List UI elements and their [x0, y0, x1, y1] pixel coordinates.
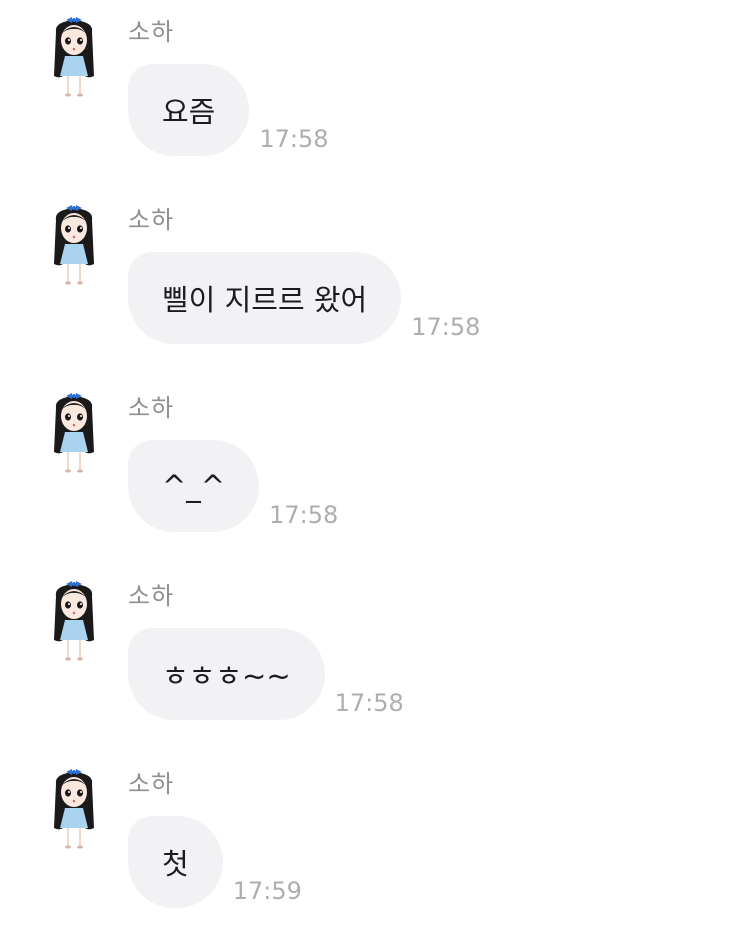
girl-avatar-icon [54, 581, 94, 661]
message-row: 소하 ^_^ 17:58 [0, 376, 750, 546]
avatar[interactable] [46, 14, 102, 100]
avatar[interactable] [46, 390, 102, 476]
sender-name: 소하 [128, 770, 175, 798]
sender-name: 소하 [128, 18, 175, 46]
message-time: 17:59 [232, 877, 302, 905]
message-row: 소하 첫 17:59 [0, 752, 750, 922]
girl-avatar-icon [54, 17, 94, 97]
message-bubble[interactable]: ㅎㅎㅎ~~ [128, 628, 325, 720]
girl-avatar-icon [54, 205, 94, 285]
message-bubble[interactable]: 요즘 [128, 64, 250, 156]
avatar[interactable] [46, 766, 102, 852]
bubble-row: ^_^ 17:58 [128, 440, 338, 532]
message-bubble[interactable]: 첫 [128, 816, 223, 908]
message-time: 17:58 [334, 689, 404, 717]
message-time: 17:58 [269, 501, 339, 529]
bubble-row: ㅎㅎㅎ~~ 17:58 [128, 628, 404, 720]
bubble-row: 요즘 17:58 [128, 64, 329, 156]
message-time: 17:58 [411, 313, 481, 341]
message-bubble[interactable]: ^_^ [128, 440, 260, 532]
avatar[interactable] [46, 202, 102, 288]
sender-name: 소하 [128, 206, 175, 234]
bubble-row: 삘이 지르르 왔어 17:58 [128, 252, 480, 344]
sender-name: 소하 [128, 582, 175, 610]
message-bubble[interactable]: 삘이 지르르 왔어 [128, 252, 402, 344]
girl-avatar-icon [54, 769, 94, 849]
chat-thread: 소하 요즘 17:58 소하 삘이 지르르 왔어 17:58 소하 ^_^ 17… [0, 0, 750, 936]
sender-name: 소하 [128, 394, 175, 422]
message-row: 소하 요즘 17:58 [0, 0, 750, 170]
avatar[interactable] [46, 578, 102, 664]
girl-avatar-icon [54, 393, 94, 473]
message-row: 소하 ㅎㅎㅎ~~ 17:58 [0, 564, 750, 734]
bubble-row: 첫 17:59 [128, 816, 302, 908]
message-time: 17:58 [259, 125, 329, 153]
message-row: 소하 삘이 지르르 왔어 17:58 [0, 188, 750, 358]
